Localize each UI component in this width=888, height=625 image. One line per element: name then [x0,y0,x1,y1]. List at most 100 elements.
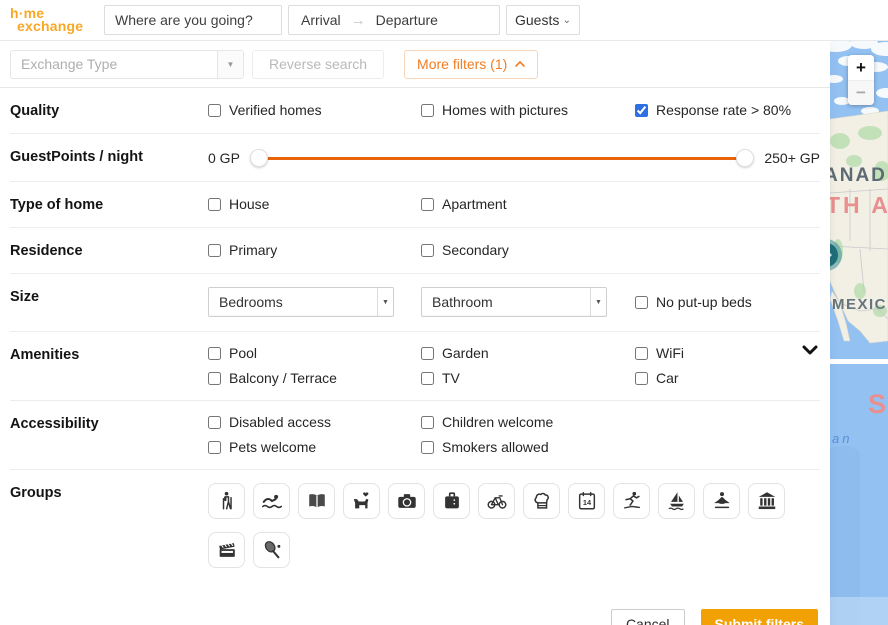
checkbox-input[interactable] [421,244,434,257]
checkbox-children-welcome[interactable]: Children welcome [421,414,820,430]
map-zoom-in-button[interactable]: + [848,55,874,80]
guestpoints-slider[interactable] [250,149,754,167]
homeexchange-logo[interactable]: h·me exchange [10,7,98,32]
checkbox-input[interactable] [208,441,221,454]
group-reading-button[interactable] [298,483,335,519]
bedrooms-select[interactable]: Bedrooms ▼ [208,287,394,317]
checkbox-pets-welcome[interactable]: Pets welcome [208,439,421,455]
checkbox-input[interactable] [421,347,434,360]
filter-rows: Quality Verified homes Homes with pictur… [0,88,830,595]
checkbox-label: Disabled access [229,414,331,430]
checkbox-apartment[interactable]: Apartment [421,196,820,212]
checkbox-label: Secondary [442,242,509,258]
group-museum-button[interactable] [748,483,785,519]
checkbox-input[interactable] [421,416,434,429]
date-range-field[interactable]: Arrival → Departure [288,5,500,35]
guests-label: Guests [515,12,559,28]
row-label: Size [10,287,208,317]
filter-row-quality: Quality Verified homes Homes with pictur… [10,88,820,134]
chevron-down-icon [802,345,818,355]
checkbox-label: Pool [229,345,257,361]
checkbox-car[interactable]: Car [635,370,820,386]
checkbox-input[interactable] [208,198,221,211]
checkbox-label: Response rate > 80% [656,102,791,118]
group-tennis-button[interactable] [253,532,290,568]
arrival-label[interactable]: Arrival [301,12,341,28]
checkbox-label: Verified homes [229,102,322,118]
checkbox-input[interactable] [635,347,648,360]
map-zoom-out-button[interactable]: − [848,80,874,105]
slider-handle-min[interactable] [250,149,268,167]
checkbox-balcony-terrace[interactable]: Balcony / Terrace [208,370,421,386]
logo-line2: exchange [17,20,98,33]
svg-text:14: 14 [582,498,591,507]
checkbox-input[interactable] [635,296,648,309]
map[interactable]: ANAD TH A MEXIC S an + − [830,41,888,625]
cancel-button[interactable]: Cancel [611,609,685,625]
group-travel-button[interactable] [433,483,470,519]
checkbox-smokers-allowed[interactable]: Smokers allowed [421,439,820,455]
checkbox-verified-homes[interactable]: Verified homes [208,102,421,118]
group-swimming-button[interactable] [253,483,290,519]
checkbox-secondary[interactable]: Secondary [421,242,820,258]
checkbox-homes-with-pictures[interactable]: Homes with pictures [421,102,635,118]
group-cooking-button[interactable] [523,483,560,519]
checkbox-input[interactable] [421,104,434,117]
group-hiking-button[interactable] [208,483,245,519]
checkbox-house[interactable]: House [208,196,421,212]
expand-amenities-button[interactable] [802,342,818,360]
checkbox-label: Primary [229,242,277,258]
row-label: Accessibility [10,414,208,455]
checkbox-garden[interactable]: Garden [421,345,635,361]
reverse-search-button[interactable]: Reverse search [252,50,384,79]
checkbox-tv[interactable]: TV [421,370,635,386]
checkbox-wifi[interactable]: WiFi [635,345,820,361]
checkbox-input[interactable] [421,198,434,211]
checkbox-input[interactable] [208,104,221,117]
more-filters-button[interactable]: More filters (1) [404,50,538,79]
destination-search-field[interactable] [104,5,282,35]
filter-bar: Exchange Type ▼ Reverse search More filt… [0,41,830,88]
group-skateboarding-button[interactable] [613,483,650,519]
filter-row-guestpoints: GuestPoints / night 0 GP 250+ GP [10,134,820,182]
checkbox-response-rate[interactable]: Response rate > 80% [635,102,820,118]
checkbox-input[interactable] [421,441,434,454]
checkbox-input[interactable] [635,372,648,385]
row-label: Residence [10,241,208,259]
swimming-icon [261,490,283,512]
checkbox-input[interactable] [421,372,434,385]
departure-label[interactable]: Departure [376,12,438,28]
slider-handle-max[interactable] [736,149,754,167]
select-arrow-icon: ▼ [590,288,606,316]
group-sailing-button[interactable] [658,483,695,519]
group-cycling-button[interactable] [478,483,515,519]
checkbox-disabled-access[interactable]: Disabled access [208,414,421,430]
slider-min-label: 0 GP [208,150,240,166]
select-arrow-icon: ▼ [217,51,243,78]
checkbox-no-putup-beds[interactable]: No put-up beds [635,294,820,310]
exchange-type-select[interactable]: Exchange Type ▼ [10,50,244,79]
group-calendar-button[interactable]: 14 [568,483,605,519]
group-cinema-button[interactable] [208,532,245,568]
group-pet-friendly-button[interactable] [343,483,380,519]
checkbox-label: Car [656,370,679,386]
checkbox-primary[interactable]: Primary [208,242,421,258]
checkbox-label: Garden [442,345,489,361]
group-photography-button[interactable] [388,483,425,519]
checkbox-input[interactable] [208,347,221,360]
top-header: h·me exchange Arrival → Departure Guests… [0,0,888,41]
submit-filters-button[interactable]: Submit filters [701,609,818,625]
checkbox-input[interactable] [208,244,221,257]
checkbox-label: Balcony / Terrace [229,370,337,386]
checkbox-input[interactable] [208,416,221,429]
guests-select[interactable]: Guests ⌄ [506,5,580,35]
search-input[interactable] [115,12,271,28]
checkbox-input[interactable] [208,372,221,385]
group-yoga-button[interactable] [703,483,740,519]
row-label: Quality [10,101,208,119]
bathroom-select[interactable]: Bathroom ▼ [421,287,607,317]
checkbox-input[interactable] [635,104,648,117]
checkbox-pool[interactable]: Pool [208,345,421,361]
checkbox-label: TV [442,370,460,386]
pet-friendly-icon [351,490,373,512]
